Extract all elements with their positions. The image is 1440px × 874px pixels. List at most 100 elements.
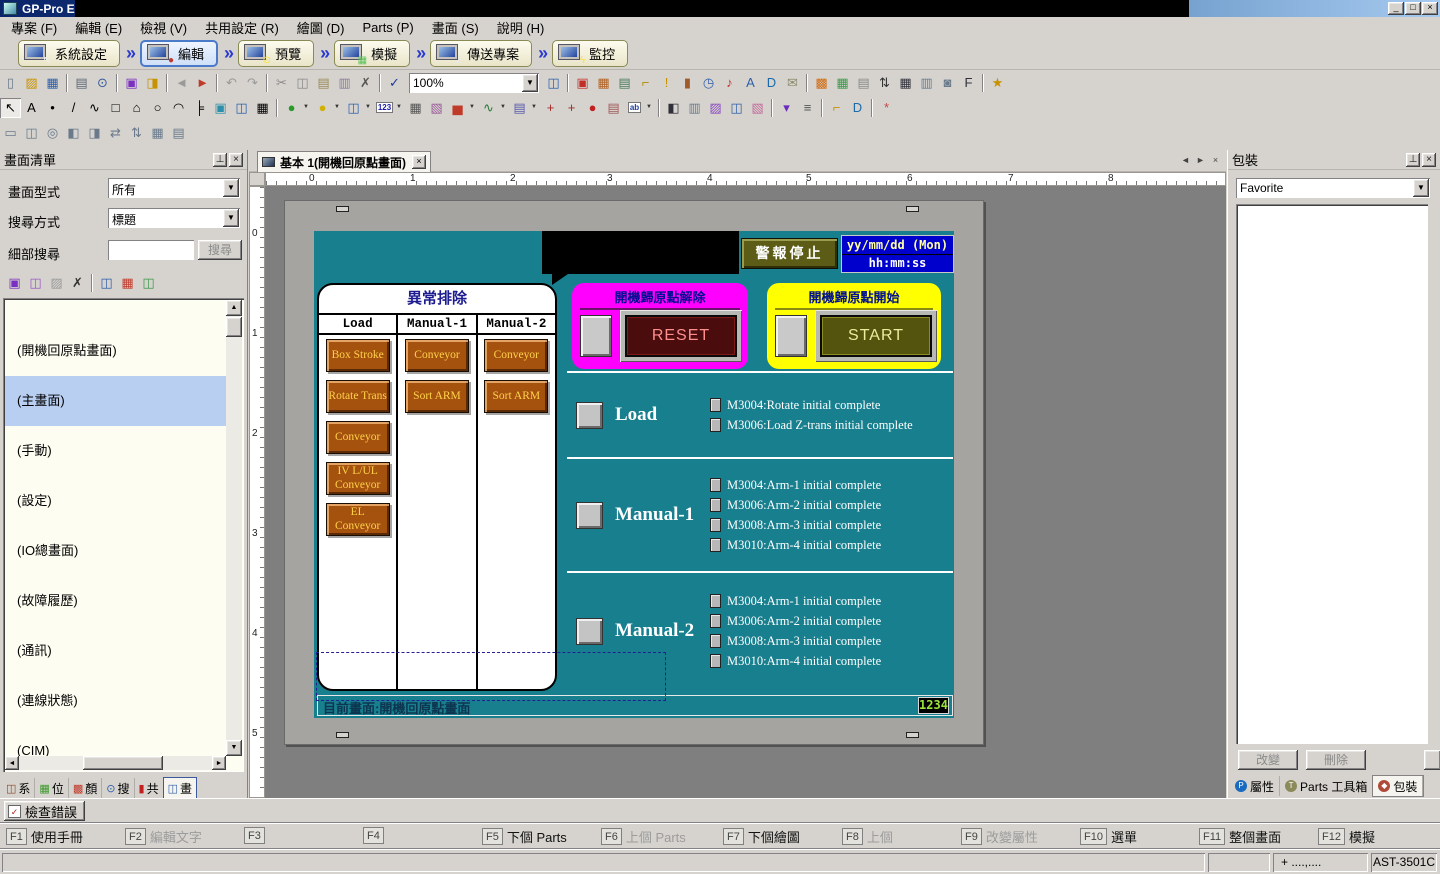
- search-mode-select[interactable]: 標題▼: [108, 208, 240, 228]
- menu-item[interactable]: 繪圖 (D): [288, 16, 354, 39]
- hmi-trouble-button[interactable]: Rotate Trans: [326, 380, 390, 413]
- toolbar-icon[interactable]: ✗: [355, 73, 376, 93]
- draw-tool-icon[interactable]: ▅▼: [447, 98, 468, 118]
- workflow-button[interactable]: ▦ 模擬: [334, 40, 410, 67]
- toolbar-icon[interactable]: ⌐: [635, 73, 656, 93]
- toolbar-icon[interactable]: ⇅: [874, 73, 895, 93]
- toolbar-icon[interactable]: ▤: [853, 73, 874, 93]
- parts-tool-icon[interactable]: ab▼: [624, 98, 645, 118]
- toolbar-icon[interactable]: D: [761, 73, 782, 93]
- function-key[interactable]: F2 編輯文字: [125, 827, 202, 846]
- panel-tab[interactable]: P 屬性: [1230, 776, 1280, 796]
- toolbar-icon[interactable]: ▦: [42, 73, 63, 93]
- hmi-trouble-button[interactable]: Box Stroke: [326, 339, 390, 372]
- draw-tool-icon[interactable]: □: [105, 98, 126, 118]
- toolbar-icon[interactable]: ►: [192, 73, 213, 93]
- draw-tool-icon[interactable]: ◫: [231, 98, 252, 118]
- toolbar-icon[interactable]: ⇅: [126, 123, 147, 143]
- vertical-scrollbar[interactable]: ▲ ▼: [226, 300, 242, 756]
- tab-next-icon[interactable]: ►: [1194, 154, 1207, 168]
- toolbar-icon[interactable]: ★: [987, 73, 1008, 93]
- draw-tool-icon[interactable]: ▣: [210, 98, 231, 118]
- toolbar-icon[interactable]: ▨: [21, 73, 42, 93]
- toolbar-icon[interactable]: ▦: [895, 73, 916, 93]
- scroll-down-icon[interactable]: ▼: [226, 740, 242, 756]
- draw-tool-icon[interactable]: ╞: [189, 98, 210, 118]
- toolbar-icon[interactable]: ◎: [42, 123, 63, 143]
- pin-icon[interactable]: ⊥: [213, 153, 227, 167]
- hmi-trouble-button[interactable]: Sort ARM: [484, 380, 548, 413]
- alarm-stop-button[interactable]: 警報停止: [741, 238, 838, 269]
- toolbar-icon[interactable]: F: [958, 73, 979, 93]
- hmi-trouble-button[interactable]: IV L/UL Conveyor: [326, 462, 390, 495]
- workflow-button[interactable]: ϟ 監控: [552, 40, 628, 67]
- zoom-combobox[interactable]: 100% ▼: [409, 73, 539, 93]
- toolbar-icon[interactable]: ⇄: [105, 123, 126, 143]
- bit-indicator[interactable]: [710, 498, 721, 512]
- toolbar-icon[interactable]: ◫: [21, 123, 42, 143]
- datetime-display[interactable]: yy/mm/dd (Mon) hh:mm:ss: [841, 235, 954, 273]
- screen-list-item[interactable]: (CIM): [5, 726, 226, 756]
- search-button[interactable]: 搜尋: [198, 240, 242, 260]
- toolbar-icon[interactable]: ✗: [67, 273, 88, 293]
- toolbar-icon[interactable]: ▩: [811, 73, 832, 93]
- toolbar-icon[interactable]: ▤: [313, 73, 334, 93]
- pin-icon[interactable]: ⊥: [1406, 153, 1420, 167]
- toolbar-icon[interactable]: ◙: [937, 73, 958, 93]
- parts-tool-icon[interactable]: ▤▼: [509, 98, 530, 118]
- cropped-button[interactable]: [1424, 750, 1440, 770]
- function-key[interactable]: F8 上個: [842, 827, 893, 846]
- chevron-down-icon[interactable]: ▼: [223, 209, 239, 227]
- toolbar-icon[interactable]: [216, 74, 218, 92]
- bit-indicator[interactable]: [710, 478, 721, 492]
- toolbar-icon[interactable]: ◧: [63, 123, 84, 143]
- bit-indicator[interactable]: [710, 634, 721, 648]
- toolbar-icon[interactable]: ▨: [46, 273, 67, 293]
- screen-list-item[interactable]: (開機回原點畫面): [5, 326, 226, 376]
- bit-indicator[interactable]: [710, 418, 721, 432]
- draw-tool-icon[interactable]: ●▼: [312, 98, 333, 118]
- hmi-trouble-button[interactable]: EL Conveyor: [326, 503, 390, 536]
- function-key[interactable]: F11 整個畫面: [1199, 827, 1281, 846]
- close-icon[interactable]: ×: [1422, 153, 1436, 167]
- toolbar-icon[interactable]: ▣: [572, 73, 593, 93]
- chevron-down-icon[interactable]: ▼: [1413, 179, 1429, 197]
- toolbar-icon[interactable]: [567, 74, 569, 92]
- parts-tool-icon[interactable]: D: [847, 98, 868, 118]
- push-button[interactable]: [580, 315, 612, 357]
- horizontal-scrollbar[interactable]: ◄ ►: [5, 756, 226, 770]
- draw-tool-icon[interactable]: [276, 99, 278, 117]
- parts-tool-icon[interactable]: [821, 99, 823, 117]
- scroll-up-icon[interactable]: ▲: [226, 300, 242, 316]
- screen-list-item[interactable]: (連線狀態): [5, 676, 226, 726]
- toolbar-icon[interactable]: ◨: [142, 73, 163, 93]
- draw-tool-icon[interactable]: /: [63, 98, 84, 118]
- panel-tab[interactable]: ⊙ 搜: [102, 778, 134, 798]
- panel-tab[interactable]: ▦ 位: [35, 778, 68, 798]
- draw-tool-icon[interactable]: ▦: [252, 98, 273, 118]
- status-indicator[interactable]: [576, 618, 603, 645]
- screen-list-item[interactable]: (主畫面): [5, 376, 226, 426]
- parts-tool-icon[interactable]: +: [561, 98, 582, 118]
- parts-tool-icon[interactable]: *: [876, 98, 897, 118]
- menu-item[interactable]: 畫面 (S): [423, 16, 488, 39]
- toolbar-icon[interactable]: ▦: [593, 73, 614, 93]
- hmi-trouble-button[interactable]: Conveyor: [326, 421, 390, 454]
- workflow-button[interactable]: ⊙ 預覽: [238, 40, 314, 67]
- close-button[interactable]: ×: [1422, 2, 1438, 15]
- parts-tool-icon[interactable]: ∿▼: [478, 98, 499, 118]
- function-key[interactable]: F1 使用手冊: [6, 827, 83, 846]
- toolbar-icon[interactable]: ▥: [916, 73, 937, 93]
- menu-item[interactable]: 檢視 (V): [131, 16, 196, 39]
- toolbar-icon[interactable]: [66, 74, 68, 92]
- hmi-trouble-button[interactable]: Conveyor: [484, 339, 548, 372]
- toolbar-icon[interactable]: ▦: [147, 123, 168, 143]
- toolbar-icon[interactable]: ◨: [84, 123, 105, 143]
- toolbar-icon[interactable]: ▦: [117, 273, 138, 293]
- toolbar-icon[interactable]: ◫: [292, 73, 313, 93]
- document-tab[interactable]: 基本 1(開機回原點畫面) ×: [257, 151, 431, 172]
- push-button[interactable]: [775, 315, 807, 357]
- parts-tool-icon[interactable]: ▧: [747, 98, 768, 118]
- draw-tool-icon[interactable]: •: [42, 98, 63, 118]
- toolbar-icon[interactable]: ✂: [271, 73, 292, 93]
